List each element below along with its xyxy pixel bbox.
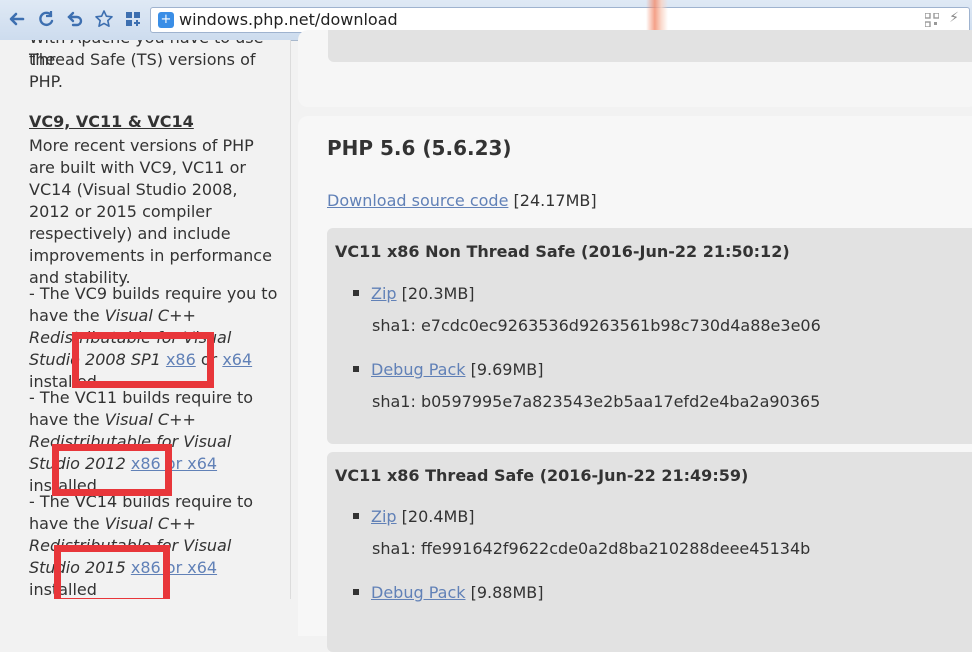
debug-pack-sha1: sha1: b0597995e7a823543e2b5aa17efd2e4ba2… [372, 392, 821, 411]
debug-pack-row: Debug Pack [9.88MB] [353, 583, 543, 602]
zip-size: [20.4MB] [401, 507, 475, 526]
zip-link[interactable]: Zip [371, 284, 397, 303]
bullet [353, 289, 359, 296]
qr-code-icon[interactable] [925, 13, 939, 27]
zip-sha1: sha1: e7cdc0ec9263536d9263561b98c730d4a8… [372, 316, 821, 335]
bullet [353, 512, 359, 519]
undo-icon[interactable] [64, 8, 86, 30]
build-block: VC11 x86 Thread Safe (2016-Jun-22 21:49:… [327, 452, 972, 652]
release-card: PHP 5.6 (5.6.23) Download source code [2… [298, 116, 972, 652]
back-icon[interactable] [6, 8, 28, 30]
sidebar-paragraph: More recent versions of PHP are built wi… [29, 136, 272, 287]
reload-icon[interactable] [35, 8, 57, 30]
debug-pack-size: [9.88MB] [470, 583, 544, 602]
site-favicon-icon: + [158, 12, 174, 28]
zip-download-row: Zip [20.3MB] [353, 284, 475, 303]
source-download: Download source code [24.17MB] [327, 191, 597, 210]
debug-pack-link[interactable]: Debug Pack [371, 360, 466, 379]
main-content: PHP 5.6 (5.6.23) Download source code [2… [296, 30, 972, 652]
sidebar: With Apache you have to use the Thread S… [0, 40, 291, 599]
zip-size: [20.3MB] [401, 284, 475, 303]
source-size: [24.17MB] [513, 191, 597, 210]
vc9-x64-link[interactable]: x64 [222, 350, 252, 369]
bullet [353, 588, 359, 595]
zip-link[interactable]: Zip [371, 507, 397, 526]
sidebar-intro-line-3: PHP. [29, 72, 63, 91]
build-title: VC11 x86 Non Thread Safe (2016-Jun-22 21… [335, 242, 790, 261]
highlight-box-vc14 [54, 545, 170, 599]
sidebar-intro-line-2: Thread Safe (TS) versions of [29, 50, 256, 69]
bullet [353, 365, 359, 372]
previous-release-card [298, 30, 972, 107]
address-url[interactable]: windows.php.net/download [179, 10, 398, 29]
zip-download-row: Zip [20.4MB] [353, 507, 475, 526]
sidebar-heading: VC9, VC11 & VC14 [29, 112, 194, 131]
previous-build-block [328, 30, 972, 62]
debug-pack-row: Debug Pack [9.69MB] [353, 360, 543, 379]
download-source-link[interactable]: Download source code [327, 191, 508, 210]
debug-pack-link[interactable]: Debug Pack [371, 583, 466, 602]
apps-grid-icon[interactable] [122, 8, 144, 30]
zip-sha1: sha1: ffe991642f9622cde0a2d8ba210288deee… [372, 539, 811, 558]
debug-pack-size: [9.69MB] [470, 360, 544, 379]
highlight-box-vc9 [72, 332, 214, 388]
build-block: VC11 x86 Non Thread Safe (2016-Jun-22 21… [327, 228, 972, 444]
build-title: VC11 x86 Thread Safe (2016-Jun-22 21:49:… [335, 466, 749, 485]
release-title: PHP 5.6 (5.6.23) [327, 136, 512, 160]
lightning-icon[interactable]: ⚡ [949, 10, 959, 26]
star-icon[interactable] [93, 8, 115, 30]
highlight-box-vc11 [52, 444, 172, 496]
